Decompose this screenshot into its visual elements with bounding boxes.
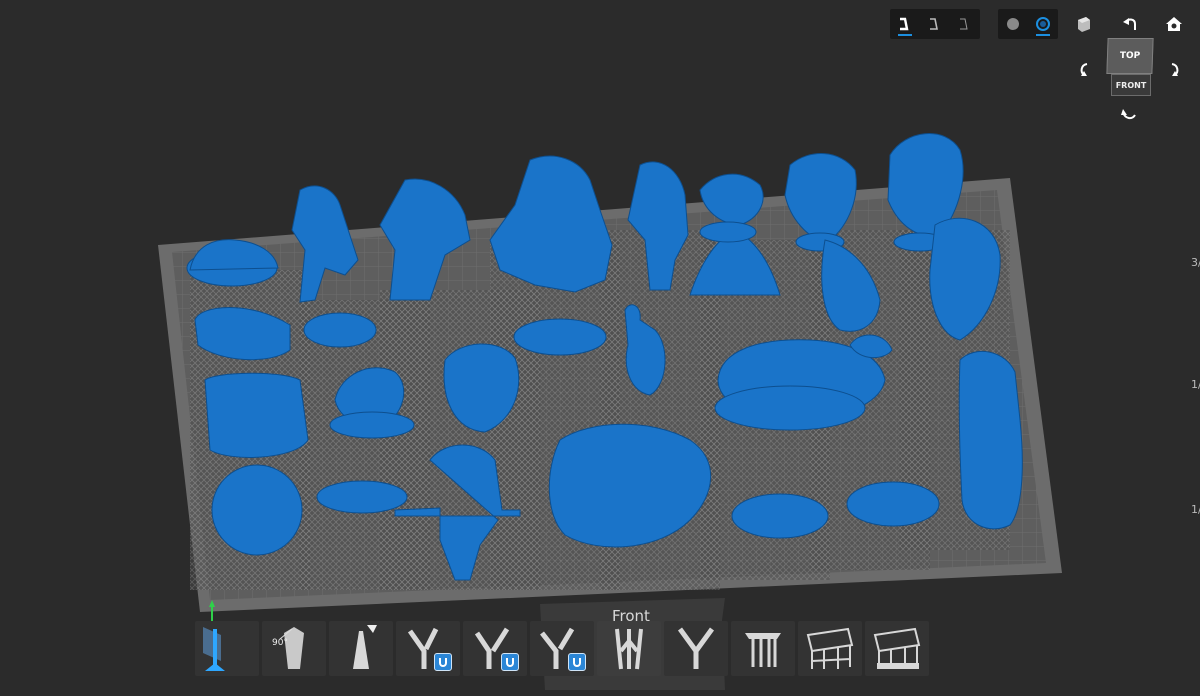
lattice-support-button-1[interactable]: [798, 621, 862, 676]
model-disc-6: [211, 464, 303, 556]
view-cube-top[interactable]: TOP: [1106, 38, 1154, 74]
undo-rotate-icon[interactable]: [1118, 12, 1142, 36]
support-density-group: [890, 9, 980, 39]
model-disc-1: [303, 312, 377, 348]
model-disc-3: [316, 480, 408, 514]
model-base-tree: [699, 221, 757, 243]
model-disc-4: [731, 493, 829, 539]
view-cube[interactable]: TOP FRONT: [1106, 38, 1154, 98]
magnet-support-button-2[interactable]: [463, 621, 527, 676]
magnet-icon: [434, 653, 452, 671]
single-support-button[interactable]: [329, 621, 393, 676]
solid-render-icon[interactable]: [998, 9, 1028, 39]
model-disc-2: [513, 318, 607, 356]
xray-render-icon[interactable]: [1028, 9, 1058, 39]
model-ruins: [204, 372, 309, 458]
home-view-icon[interactable]: [1162, 12, 1186, 36]
edge-label-1: 3/: [1191, 256, 1200, 269]
model-staff-wizard: [958, 351, 1023, 530]
rotate-left-icon[interactable]: [1073, 58, 1097, 82]
build-plate-viewport[interactable]: [0, 0, 1200, 696]
heavy-support-icon[interactable]: [890, 9, 920, 39]
view-cube-front[interactable]: FRONT: [1111, 74, 1151, 96]
model-base-tentacle: [329, 411, 415, 439]
model-disc-5: [846, 481, 940, 527]
support-90-button[interactable]: 90°: [262, 621, 326, 676]
tree-support-button[interactable]: [597, 621, 661, 676]
magnet-icon: [501, 653, 519, 671]
auto-orient-button[interactable]: [195, 621, 259, 676]
render-mode-group: [998, 9, 1058, 39]
lattice-support-button-2[interactable]: [865, 621, 929, 676]
perspective-cube-icon[interactable]: [1072, 12, 1096, 36]
magnet-support-button-3[interactable]: [530, 621, 594, 676]
magnet-support-button-1[interactable]: [396, 621, 460, 676]
model-flower-disc: [714, 385, 866, 431]
edge-label-3: 1/: [1191, 503, 1200, 516]
model-queen: [489, 155, 613, 293]
rotate-right-icon[interactable]: [1162, 58, 1186, 82]
rotate-down-icon[interactable]: [1117, 102, 1141, 126]
branch-support-button[interactable]: [664, 621, 728, 676]
raft-support-button[interactable]: [731, 621, 795, 676]
support-tools-toolbar: 90°: [195, 621, 929, 676]
magnet-icon: [568, 653, 586, 671]
light-support-icon[interactable]: [950, 9, 980, 39]
medium-support-icon[interactable]: [920, 9, 950, 39]
edge-label-2: 1/: [1191, 378, 1200, 391]
angle-label: 90°: [272, 638, 288, 648]
